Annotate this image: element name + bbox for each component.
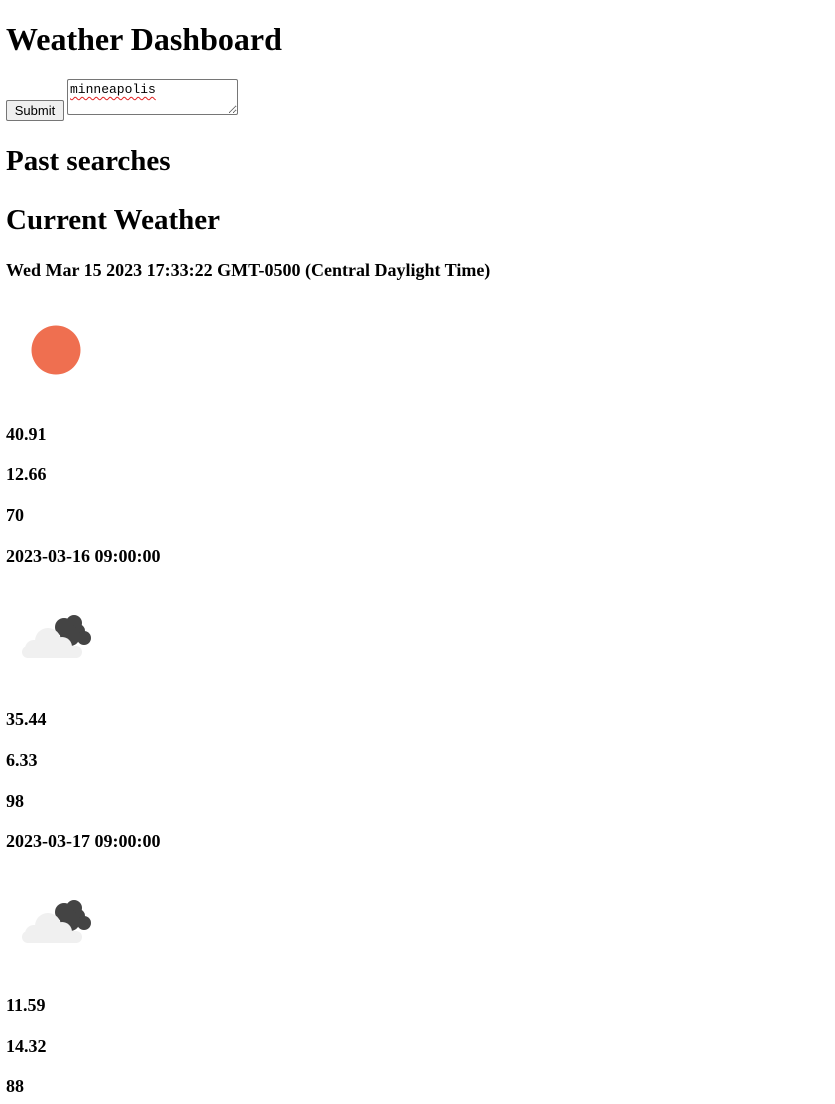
page-title: Weather Dashboard xyxy=(6,21,282,57)
forecast-wind: 6.33 xyxy=(6,750,38,770)
submit-button[interactable]: Submit xyxy=(6,100,64,121)
forecast-temp: 11.59 xyxy=(6,995,46,1015)
cloudy-icon xyxy=(22,615,91,658)
forecast-humidity: 88 xyxy=(6,1076,24,1096)
forecast-datetime: 2023-03-16 09:00:00 xyxy=(6,546,161,566)
past-searches-heading: Past searches xyxy=(6,145,171,177)
cloudy-icon xyxy=(22,900,91,943)
current-temp: 40.91 xyxy=(6,424,47,444)
current-weather-heading: Current Weather xyxy=(6,204,220,236)
forecast-datetime: 2023-03-17 09:00:00 xyxy=(6,831,161,851)
forecast-humidity: 98 xyxy=(6,791,24,811)
forecast-wind: 14.32 xyxy=(6,1036,47,1056)
current-datetime: Wed Mar 15 2023 17:33:22 GMT-0500 (Centr… xyxy=(6,260,491,280)
forecast-temp: 35.44 xyxy=(6,709,47,729)
city-search-input[interactable]: minneapolis xyxy=(67,79,238,115)
sun-icon xyxy=(31,325,81,375)
current-wind: 12.66 xyxy=(6,464,47,484)
current-humidity: 70 xyxy=(6,505,24,525)
